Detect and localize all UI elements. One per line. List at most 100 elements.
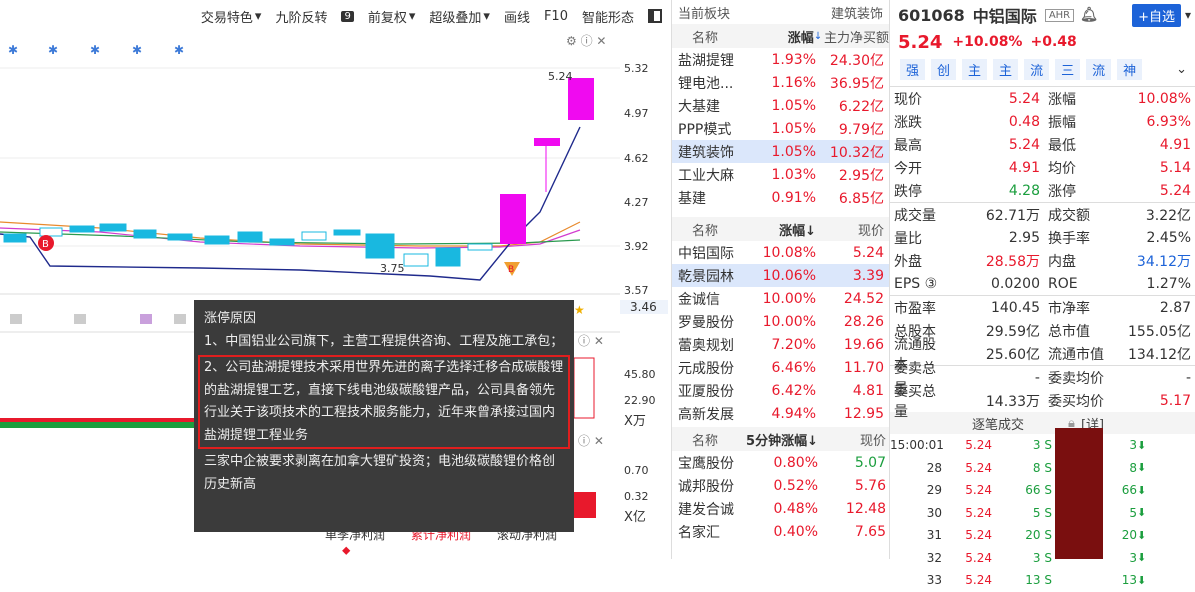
panel-toggle-icon[interactable] xyxy=(648,9,662,23)
quote-value: 4.28 xyxy=(1008,182,1040,199)
row-name: 蕾奥规划 xyxy=(678,337,734,354)
y-current-tag: 3.46 xyxy=(620,300,668,314)
quote-value: 5.24 xyxy=(1159,182,1192,199)
list-row[interactable]: 亚厦股份 6.42% 4.81 xyxy=(672,379,889,402)
list-row[interactable]: 金诚信 10.00% 24.52 xyxy=(672,287,889,310)
concept-tag[interactable]: 主 xyxy=(993,58,1019,80)
chevron-down-icon[interactable]: ▾ xyxy=(1185,8,1191,22)
concept-tag[interactable]: 创 xyxy=(931,58,957,80)
kline-chart[interactable]: 交易特色 ▾ 九阶反转 9 前复权 ▾ 超级叠加 ▾ 画线 F10 智能形态 ✱ ✱ ✱ ✱… xyxy=(0,0,672,559)
list-row[interactable]: 建发合诚 0.48% 12.48 xyxy=(672,497,889,520)
concept-tag[interactable]: 神 xyxy=(1117,58,1143,80)
list-row[interactable]: 盐湖提锂 1.93% 24.30亿 xyxy=(672,48,889,71)
list-row[interactable]: 高新发展 4.94% 12.95 xyxy=(672,402,889,425)
quote-value: 134.12亿 xyxy=(1128,346,1192,363)
sector-tag[interactable]: 建筑装饰 xyxy=(831,3,883,22)
quote-label: 成交量 xyxy=(894,207,936,224)
col-price: 现价 xyxy=(857,223,884,239)
list-row[interactable]: 大基建 1.05% 6.22亿 xyxy=(672,94,889,117)
row-change: 1.05% xyxy=(771,143,816,160)
y-tick: 4.62 xyxy=(624,152,649,165)
list-row[interactable]: 锂电池... 1.16% 36.95亿 xyxy=(672,71,889,94)
concept-tag[interactable]: 流 xyxy=(1086,58,1112,80)
y-tick: 4.97 xyxy=(624,107,649,120)
tooltip-title: 涨停原因 xyxy=(204,311,257,326)
quote-value: 5.17 xyxy=(1159,392,1192,409)
panel-icons[interactable]: ⓘ ✕ xyxy=(578,432,604,449)
col-name: 名称 xyxy=(692,433,719,449)
row-change: 1.05% xyxy=(771,120,816,137)
list-row[interactable]: 建筑装饰 1.05% 10.32亿 xyxy=(672,140,889,163)
row-value: 4.81 xyxy=(852,382,884,399)
list-row[interactable]: 中铝国际 10.08% 5.24 xyxy=(672,241,889,264)
quote-label: 总市值 xyxy=(1047,323,1090,340)
tick-volume: 3 S xyxy=(1032,550,1052,565)
quote-label: 涨幅 xyxy=(1047,91,1076,108)
tick-time: 33 xyxy=(926,573,942,588)
quote-label: 最高 xyxy=(894,137,922,154)
list-row[interactable]: 元成股份 6.46% 11.70 xyxy=(672,356,889,379)
toolbar-item[interactable]: 交易特色 xyxy=(201,7,253,26)
add-watchlist-button[interactable]: +自选 xyxy=(1132,3,1181,27)
toolbar-item[interactable]: 画线 xyxy=(504,7,530,26)
limit-up-reason-tooltip: 涨停原因 1、中国铝业公司旗下，主营工程提供咨询、工程及施工承包； 2、公司盐湖… xyxy=(194,300,574,532)
event-icon xyxy=(140,314,152,324)
quote-row: 成交量 62.71万 成交额 3.22亿 xyxy=(890,203,1195,226)
quote-row: EPS ③ 0.0200 ROE 1.27% xyxy=(890,272,1195,295)
row-change: 10.08% xyxy=(762,244,816,261)
row-name: 诚邦股份 xyxy=(678,478,734,495)
ticks-title: 逐笔成交 xyxy=(972,417,1025,433)
toolbar-item[interactable]: F10 xyxy=(544,9,568,24)
arrow-down-icon: ⬇ xyxy=(1137,551,1147,565)
row-name: PPP模式 xyxy=(678,121,732,138)
tooltip-line: 1、中国铝业公司旗下，主营工程提供咨询、工程及施工承包； xyxy=(204,333,564,349)
arrow-down-icon: ⬇ xyxy=(1137,528,1147,542)
quote-value: 4.91 xyxy=(1159,136,1192,153)
row-name: 金诚信 xyxy=(678,291,720,308)
list-row[interactable]: 诚邦股份 0.52% 5.76 xyxy=(672,474,889,497)
list-row[interactable]: 名家汇 0.40% 7.65 xyxy=(672,520,889,543)
toolbar-item[interactable]: 智能形态 xyxy=(582,7,634,26)
quote-label: ROE xyxy=(1047,275,1078,292)
ahr-badge[interactable]: AHR xyxy=(1044,8,1075,22)
tooltip-highlight: 2、公司盐湖提锂技术采用世界先进的离子选择迁移合成碳酸锂的盐湖提锂工艺，直接下线… xyxy=(198,355,570,449)
list-row[interactable]: 罗曼股份 10.00% 28.26 xyxy=(672,310,889,333)
bell-icon[interactable]: 🔔︎ xyxy=(1080,7,1098,23)
row-change: 0.80% xyxy=(773,454,818,471)
quote-value: 10.08% xyxy=(1137,90,1192,107)
y-tick: 5.32 xyxy=(624,62,649,75)
list-row[interactable]: 工业大麻 1.03% 2.95亿 xyxy=(672,163,889,186)
concept-tag[interactable]: 三 xyxy=(1055,58,1081,80)
toolbar-item[interactable]: 九阶反转 xyxy=(275,7,327,26)
concept-tag[interactable]: 流 xyxy=(1024,58,1050,80)
list-row[interactable]: 乾景园林 10.06% 3.39 xyxy=(672,264,889,287)
row-change: 0.48% xyxy=(773,500,818,517)
row-change: 6.46% xyxy=(771,359,816,376)
panel-icons[interactable]: ⓘ ✕ xyxy=(578,332,604,349)
y-tick: 0.32 xyxy=(624,490,649,503)
chevron-down-icon[interactable]: ⌄ xyxy=(1176,62,1187,77)
list-row[interactable]: 基建 0.91% 6.85亿 xyxy=(672,186,889,209)
y-axis: 5.32 4.97 4.62 4.27 3.92 3.57 3.46 45.80… xyxy=(620,32,672,559)
row-change: 1.03% xyxy=(771,166,816,183)
row-change: 0.91% xyxy=(771,189,816,206)
list-row[interactable]: 宝鹰股份 0.80% 5.07 xyxy=(672,451,889,474)
toolbar-item[interactable]: 超级叠加 xyxy=(429,7,481,26)
sector-header: 名称 涨幅 ↓ 主力净买额 xyxy=(672,24,889,48)
quote-row: 今开 4.91 均价 5.14 xyxy=(890,156,1195,179)
tick-price: 5.24 xyxy=(965,483,992,498)
concept-tag[interactable]: 强 xyxy=(900,58,926,80)
list-row[interactable]: PPP模式 1.05% 9.79亿 xyxy=(672,117,889,140)
toolbar-item[interactable]: 前复权 xyxy=(368,7,407,26)
quote-label: 市净率 xyxy=(1047,300,1090,317)
row-name: 宝鹰股份 xyxy=(678,455,734,472)
concept-tag[interactable]: 主 xyxy=(962,58,988,80)
tick-price: 5.24 xyxy=(965,460,992,475)
col-price: 现价 xyxy=(859,433,886,449)
list-row[interactable]: 蕾奥规划 7.20% 19.66 xyxy=(672,333,889,356)
panel-icons[interactable]: ⚙ ⓘ ✕ xyxy=(566,32,606,49)
quote-value: 34.12万 xyxy=(1136,253,1192,270)
quote-value: 140.45 xyxy=(990,299,1040,316)
row-value: 2.95亿 xyxy=(838,167,884,184)
signal-star-icon: ✱ xyxy=(8,43,18,57)
